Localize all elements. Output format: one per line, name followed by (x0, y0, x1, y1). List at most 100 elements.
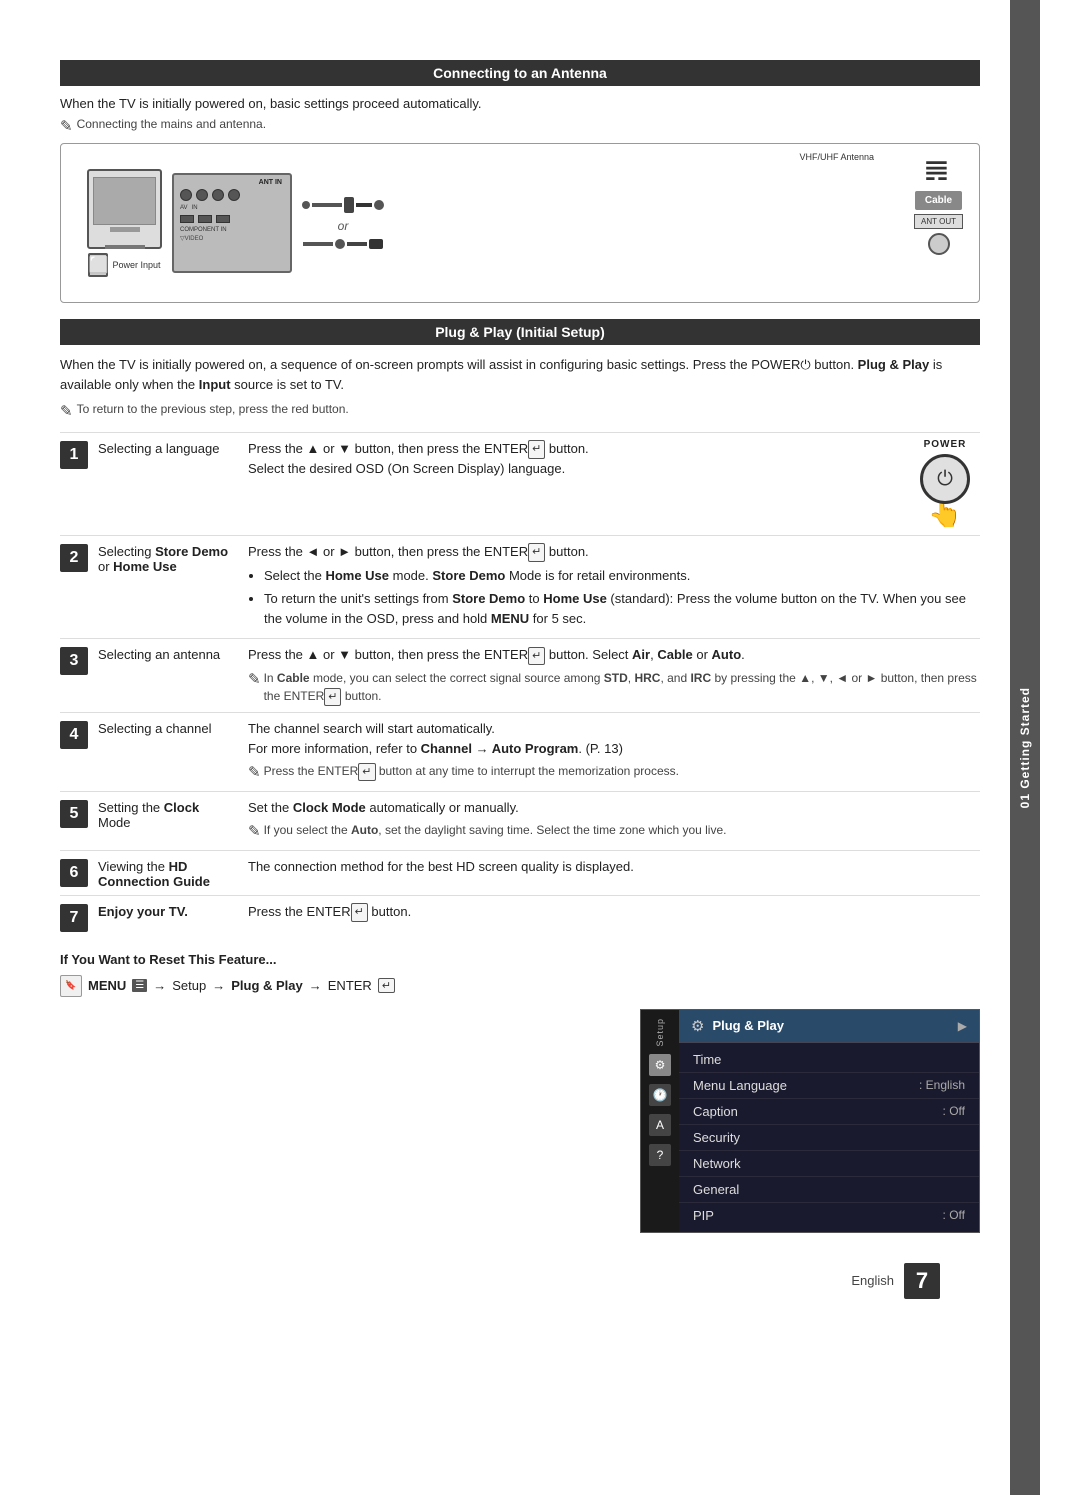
port-2 (196, 189, 208, 201)
setup-menu: Setup ⚙ 🕐 A ? ⚙ Plug & Play ▶ (640, 1009, 980, 1233)
enter-icon-1: ↵ (528, 440, 545, 459)
cable-box: Cable (915, 191, 962, 210)
step-row-3: 3 Selecting an antenna Press the ▲ or ▼ … (60, 638, 980, 706)
cable-body-1 (312, 203, 342, 207)
step-number-1: 1 (60, 441, 88, 469)
step-row-4: 4 Selecting a channel The channel search… (60, 712, 980, 785)
menu-icon: 🔖 (60, 975, 82, 997)
step-desc-1: Press the ▲ or ▼ button, then press the … (248, 439, 894, 478)
step-label-2: Selecting Store Demo or Home Use (98, 542, 248, 574)
menu-symbol: ☰ (132, 979, 147, 992)
menu-row-menulang: Menu Language : English (679, 1073, 979, 1099)
step-desc-3: Press the ▲ or ▼ button, then press the … (248, 645, 980, 706)
enter-icon-menu: ↵ (378, 978, 395, 993)
cable-connector (302, 197, 384, 213)
tv-illustration: ⬜ Power Input (87, 169, 162, 277)
step2-bullet1: Select the Home Use mode. Store Demo Mod… (264, 566, 980, 586)
menu-row-general: General (679, 1177, 979, 1203)
vhf-antenna-symbol: 𝌇 (924, 154, 949, 187)
step-row-6: 6 Viewing the HD Connection Guide The co… (60, 850, 980, 889)
power-button-area: POWER ⏻ 👆 (910, 439, 980, 529)
power-text: POWER (924, 439, 967, 450)
or-label: or (338, 219, 349, 233)
step-label-4: Selecting a channel (98, 719, 248, 736)
tv-base-rect (110, 227, 140, 232)
power-symbol-inline: ⏻ (800, 357, 810, 372)
cable-ant-area: Cable ANT OUT (914, 191, 963, 255)
step-desc-4: The channel search will start automatica… (248, 719, 980, 785)
enter-icon-7: ↵ (351, 903, 368, 922)
page-bottom: English 7 (60, 1263, 980, 1299)
power-icon: ⏻ (937, 468, 953, 491)
cable-end-1 (302, 201, 310, 209)
step-label-5: Setting the Clock Mode (98, 798, 248, 830)
side-tab: 01 Getting Started (1010, 0, 1040, 1495)
menu-word: MENU (88, 978, 126, 993)
plug-play-note: ✎ To return to the previous step, press … (60, 402, 980, 420)
step4-subnote: ✎ Press the ENTER↵ button at any time to… (248, 762, 980, 785)
tv-stand (105, 245, 145, 249)
menu-arrow-right: ▶ (958, 1019, 967, 1033)
setup-icon-lang: A (649, 1114, 671, 1136)
port-1 (180, 189, 192, 201)
language-label: English (851, 1273, 894, 1288)
section1-note: ✎ Connecting the mains and antenna. (60, 117, 980, 135)
setup-menu-header: ⚙ Plug & Play ▶ (679, 1010, 979, 1043)
enter-icon-3b: ↵ (324, 688, 341, 707)
page-container: Connecting to an Antenna When the TV is … (0, 0, 1080, 1495)
menu-header-title: Plug & Play (712, 1018, 784, 1033)
step5-subnote: ✎ If you select the Auto, set the daylig… (248, 821, 980, 844)
port-3 (212, 189, 224, 201)
setup-menu-content: ⚙ Plug & Play ▶ Time Menu Language (679, 1010, 979, 1232)
step-label-1: Selecting a language (98, 439, 248, 456)
main-content: Connecting to an Antenna When the TV is … (0, 0, 1010, 1495)
section2-header: Plug & Play (Initial Setup) (60, 319, 980, 345)
step-number-7: 7 (60, 904, 88, 932)
power-input-label: Power Input (112, 260, 160, 270)
power-button-circle: ⏻ (920, 454, 970, 504)
menu-row-pip: PIP : Off (679, 1203, 979, 1228)
note-icon-2: ✎ (60, 402, 73, 420)
power-input-area: ⬜ Power Input (88, 253, 160, 277)
step-number-5: 5 (60, 800, 88, 828)
antenna-diagram: VHF/UHF Antenna 𝌇 ⬜ Power Input (60, 143, 980, 303)
menu-row-security: Security (679, 1125, 979, 1151)
power-plug-icon: ⬜ (88, 253, 108, 277)
cable-body-3 (303, 242, 333, 246)
cable-connector-2 (303, 239, 383, 249)
cable-body-2 (356, 203, 372, 207)
connector-region: or (302, 197, 384, 249)
step-desc-5: Set the Clock Mode automatically or manu… (248, 798, 980, 844)
step-label-6: Viewing the HD Connection Guide (98, 857, 248, 889)
step-desc-6: The connection method for the best HD sc… (248, 857, 980, 877)
tv-body (87, 169, 162, 249)
tv-screen-rect (93, 177, 156, 225)
setup-sidebar: Setup ⚙ 🕐 A ? (641, 1010, 679, 1232)
setup-menu-container: Setup ⚙ 🕐 A ? ⚙ Plug & Play ▶ (60, 1009, 980, 1233)
enter-icon-2: ↵ (528, 543, 545, 562)
setup-menu-rows: Time Menu Language : English Caption : O… (679, 1043, 979, 1232)
reset-section: If You Want to Reset This Feature... 🔖 M… (60, 952, 980, 1233)
step3-subnote: ✎ In Cable mode, you can select the corr… (248, 669, 980, 706)
back-panel: ANT IN AVIN (172, 173, 292, 273)
menu-row-time: Time (679, 1047, 979, 1073)
step-row-7: 7 Enjoy your TV. Press the ENTER↵ button… (60, 895, 980, 932)
setup-icon-clock: 🕐 (649, 1084, 671, 1106)
diagram-inner: ⬜ Power Input ANT IN (77, 156, 963, 290)
page-number: 7 (904, 1263, 940, 1299)
reset-title: If You Want to Reset This Feature... (60, 952, 980, 967)
step2-bullet2: To return the unit's settings from Store… (264, 589, 980, 628)
setup-icon-gear: ⚙ (649, 1054, 671, 1076)
menu-row-caption: Caption : Off (679, 1099, 979, 1125)
enter-icon-3: ↵ (528, 647, 545, 666)
ant-out-port (928, 233, 950, 255)
panel-ports-bottom (174, 211, 290, 227)
step-number-3: 3 (60, 647, 88, 675)
cable-end-3 (335, 239, 345, 249)
step-row-5: 5 Setting the Clock Mode Set the Clock M… (60, 791, 980, 844)
cable-end-4 (369, 239, 383, 249)
menu-gear-icon: ⚙ (691, 1017, 704, 1035)
port-rect-2 (198, 215, 212, 223)
steps-container: 1 Selecting a language Press the ▲ or ▼ … (60, 432, 980, 932)
step-number-2: 2 (60, 544, 88, 572)
